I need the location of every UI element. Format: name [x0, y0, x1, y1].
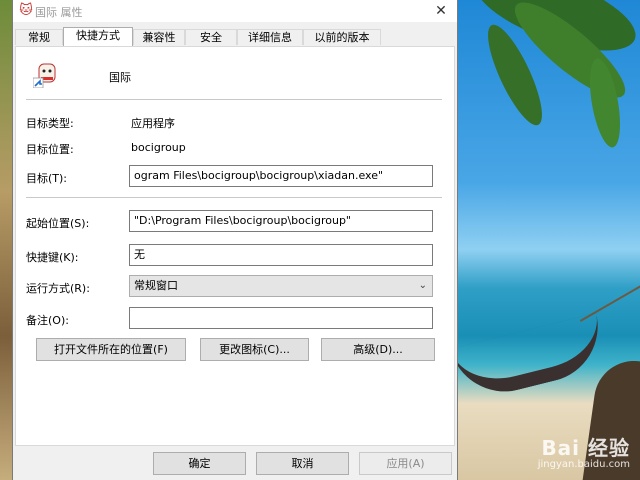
target-type-value: 应用程序: [131, 117, 175, 130]
watermark-sub: jingyan.baidu.com: [537, 459, 630, 470]
target-label: 目标(T):: [26, 172, 68, 185]
tab-general[interactable]: 常规: [15, 29, 63, 45]
open-file-location-button[interactable]: 打开文件所在的位置(F): [36, 338, 186, 361]
target-type-label: 目标类型:: [26, 117, 74, 130]
close-button[interactable]: ✕: [431, 1, 451, 21]
tab-security[interactable]: 安全: [185, 29, 237, 45]
title-bar[interactable]: 🐱 国际 属性 ✕: [13, 0, 457, 22]
tab-compatibility[interactable]: 兼容性: [133, 29, 185, 45]
divider: [26, 99, 442, 100]
shortcut-key-label: 快捷键(K):: [26, 251, 79, 264]
hammock: [450, 312, 610, 404]
run-select-value: 常规窗口: [134, 279, 178, 292]
shortcut-name: 国际: [109, 71, 131, 84]
target-field[interactable]: ogram Files\bocigroup\bocigroup\xiadan.e…: [129, 165, 433, 187]
target-location-label: 目标位置:: [26, 143, 74, 156]
lucky-cat-app-icon: [33, 63, 56, 88]
shortcut-panel: 国际 目标类型: 应用程序 目标位置: bocigroup 目标(T): ogr…: [15, 46, 455, 446]
tab-previous-versions[interactable]: 以前的版本: [303, 29, 381, 45]
comment-label: 备注(O):: [26, 314, 69, 327]
shortcut-key-field[interactable]: 无: [129, 244, 433, 266]
tab-details[interactable]: 详细信息: [237, 29, 303, 45]
lucky-cat-icon: 🐱: [19, 3, 33, 18]
advanced-button[interactable]: 高级(D)...: [321, 338, 435, 361]
cancel-button[interactable]: 取消: [256, 452, 349, 475]
watermark-main: Bai 经验: [541, 436, 630, 460]
window-title: 国际 属性: [35, 6, 83, 19]
change-icon-button[interactable]: 更改图标(C)...: [200, 338, 309, 361]
ok-button[interactable]: 确定: [153, 452, 246, 475]
run-label: 运行方式(R):: [26, 282, 90, 295]
chevron-down-icon: ⌄: [418, 280, 427, 291]
apply-button[interactable]: 应用(A): [359, 452, 452, 475]
tab-shortcut[interactable]: 快捷方式: [63, 27, 133, 46]
palm-frond: [584, 56, 626, 150]
wallpaper-left-edge: [0, 0, 12, 480]
properties-dialog: 🐱 国际 属性 ✕ 常规 快捷方式 兼容性 安全 详细信息 以前的版本 国际 目…: [12, 0, 458, 480]
start-in-label: 起始位置(S):: [26, 217, 90, 230]
start-in-field[interactable]: "D:\Program Files\bocigroup\bocigroup": [129, 210, 433, 232]
divider: [26, 197, 442, 198]
target-location-value: bocigroup: [131, 141, 186, 154]
comment-field[interactable]: [129, 307, 433, 329]
run-select[interactable]: 常规窗口 ⌄: [129, 275, 433, 297]
baidu-watermark: Bai 经验 jingyan.baidu.com: [490, 432, 630, 470]
